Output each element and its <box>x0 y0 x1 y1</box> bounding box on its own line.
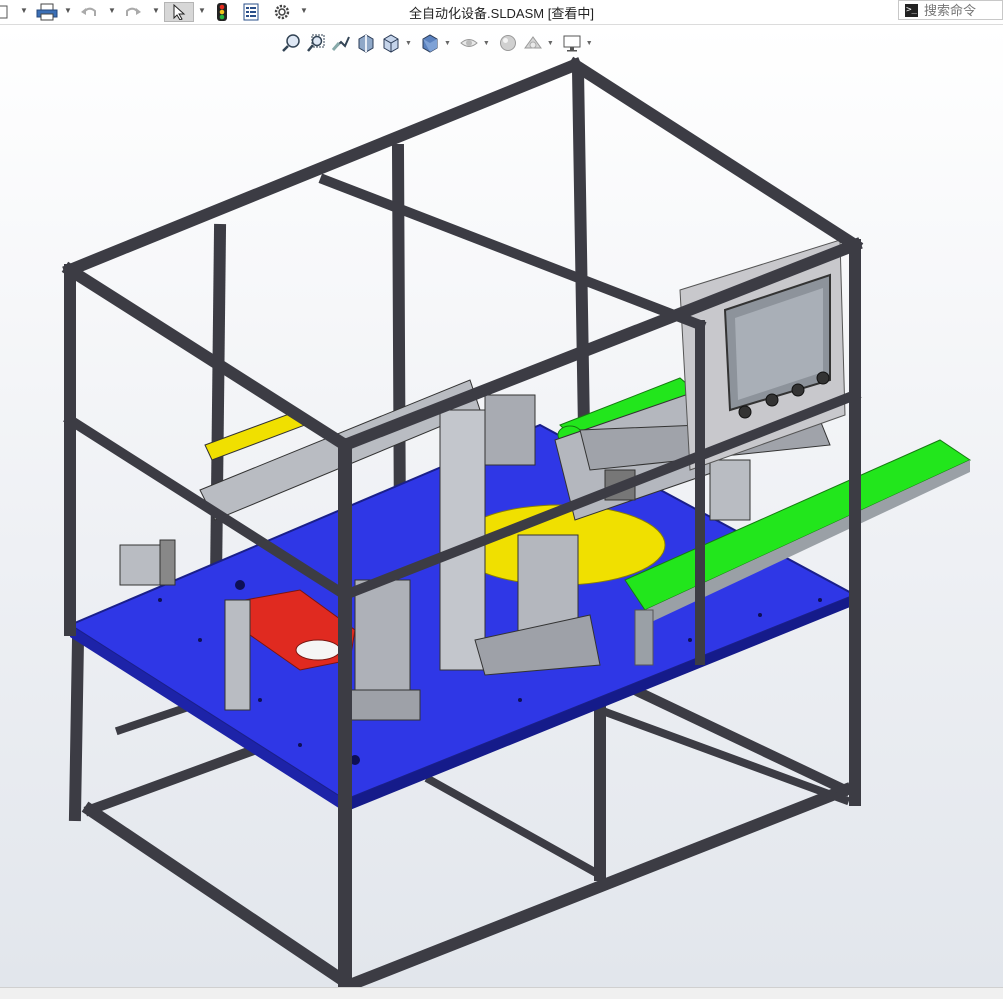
status-bar <box>0 987 1003 999</box>
search-input[interactable] <box>924 2 1002 18</box>
traffic-light-icon <box>217 3 227 21</box>
print-button[interactable] <box>34 2 60 22</box>
command-prompt-icon: >_ <box>905 3 918 17</box>
new-document-icon <box>0 5 8 19</box>
file-properties-button[interactable] <box>240 2 262 22</box>
options-button[interactable] <box>270 2 294 22</box>
graphics-area[interactable]: ▼ ▼ ▼ ▼ ▼ <box>0 25 1003 987</box>
select-button[interactable] <box>164 2 194 22</box>
redo-button[interactable] <box>122 2 144 22</box>
chevron-down-icon[interactable]: ▼ <box>108 6 116 15</box>
chevron-down-icon[interactable]: ▼ <box>152 6 160 15</box>
redo-icon <box>126 7 141 16</box>
file-properties-icon <box>243 3 259 21</box>
print-icon <box>36 3 58 21</box>
gear-icon <box>274 4 290 20</box>
new-document-button[interactable] <box>0 2 10 22</box>
document-title: 全自动化设备.SLDASM [查看中] <box>409 6 594 21</box>
assembly-model[interactable] <box>0 25 1003 987</box>
command-search[interactable]: >_ <box>898 0 1003 20</box>
cursor-arrow-icon <box>173 4 186 20</box>
undo-icon <box>81 7 96 16</box>
chevron-down-icon[interactable]: ▼ <box>300 6 308 15</box>
rebuild-button[interactable] <box>212 2 232 22</box>
title-bar: ▼ ▼ ▼ ▼ ▼ ▼ 全自动化设备.SLDASM [查看中] >_ 搜索命令 <box>0 0 1003 25</box>
chevron-down-icon[interactable]: ▼ <box>20 6 28 15</box>
chevron-down-icon[interactable]: ▼ <box>64 6 72 15</box>
undo-button[interactable] <box>78 2 100 22</box>
chevron-down-icon[interactable]: ▼ <box>198 6 206 15</box>
